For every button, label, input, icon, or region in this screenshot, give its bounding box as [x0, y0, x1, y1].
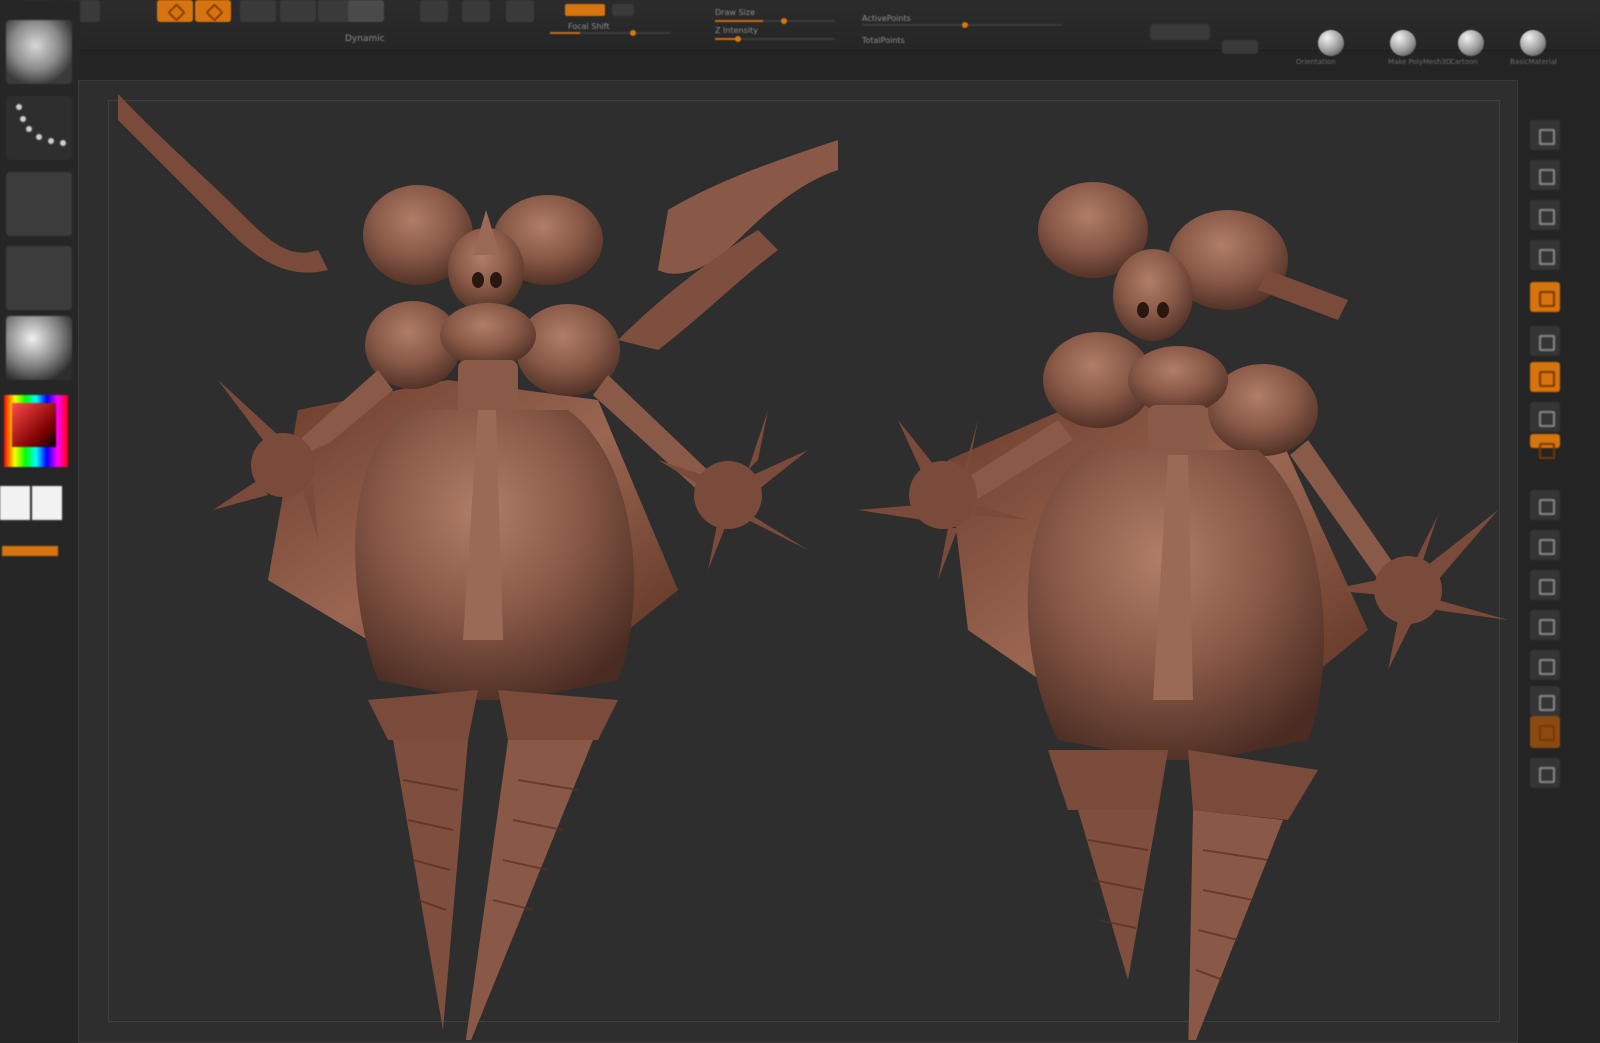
material-label-basic: BasicMaterial	[1510, 58, 1557, 66]
alpha-thumbnail[interactable]	[6, 172, 72, 236]
brush-thumbnail[interactable]	[6, 20, 72, 84]
material-ball-polymesh[interactable]	[1390, 30, 1416, 56]
dynamic-label: Dynamic	[345, 34, 385, 44]
active-points-readout	[862, 22, 1062, 28]
right-shelf	[1518, 90, 1570, 810]
polyf-button[interactable]	[1530, 650, 1560, 680]
left-tray	[0, 0, 80, 1043]
draw-size-slider[interactable]	[715, 18, 835, 24]
local-button[interactable]	[1530, 362, 1560, 392]
sculpt-figure-front[interactable]	[118, 80, 838, 1040]
main-color-swatch[interactable]	[0, 486, 30, 520]
top-toolbar: Dynamic Focal Shift Draw Size Z Intensit…	[0, 0, 1600, 66]
material-label-orientation: Orientation	[1296, 58, 1336, 66]
m-button[interactable]	[462, 0, 490, 22]
slider-label-focal-shift: Focal Shift	[568, 22, 610, 31]
persp-button[interactable]	[1530, 282, 1560, 312]
material-ball-orientation[interactable]	[1318, 30, 1344, 56]
zadd-button[interactable]	[506, 0, 534, 22]
draw-mode-button[interactable]	[195, 0, 231, 22]
zbrush-app-window: Dynamic Focal Shift Draw Size Z Intensit…	[0, 0, 1600, 1043]
scale-button[interactable]	[1530, 570, 1560, 600]
slider-label-active-points: ActivePoints	[862, 14, 911, 23]
spotlight-button[interactable]	[1150, 24, 1210, 40]
focal-shift-slider[interactable]	[550, 30, 670, 36]
secondary-color-swatch[interactable]	[32, 486, 62, 520]
material-ball-cartoon[interactable]	[1458, 30, 1484, 56]
slider-label-draw-size: Draw Size	[715, 8, 755, 17]
slider-label-total-points: TotalPoints	[862, 36, 905, 45]
adjust-button[interactable]	[1222, 40, 1258, 54]
transp-button[interactable]	[1530, 686, 1560, 716]
mrgb-button[interactable]	[348, 0, 384, 22]
z-intensity-slider[interactable]	[715, 36, 835, 42]
texture-thumbnail[interactable]	[6, 246, 72, 310]
floor-button[interactable]	[1530, 326, 1560, 356]
rgb-button[interactable]	[420, 0, 448, 22]
xpose-button[interactable]	[1530, 758, 1560, 788]
aahalf-button[interactable]	[1530, 240, 1560, 270]
material-label-polymesh: Make PolyMesh3D	[1388, 58, 1452, 66]
sculpt-figure-three-quarter[interactable]	[798, 110, 1518, 1040]
frame-button[interactable]	[1530, 490, 1560, 520]
zoom-button[interactable]	[1530, 160, 1560, 190]
slider-label-z-intensity: Z Intensity	[715, 26, 758, 35]
scale-mode-button[interactable]	[280, 0, 316, 22]
switch-color-button[interactable]	[2, 546, 58, 556]
material-label-cartoon: Cartoon	[1450, 58, 1478, 66]
document-canvas[interactable]	[78, 80, 1518, 1043]
color-picker[interactable]	[4, 395, 68, 467]
stroke-thumbnail[interactable]	[6, 96, 72, 160]
scroll-button[interactable]	[1530, 120, 1560, 150]
zadd-mode-pill[interactable]	[565, 4, 605, 16]
zsub-button[interactable]	[612, 4, 634, 16]
rotate-button[interactable]	[1530, 610, 1560, 640]
solo-button[interactable]	[1530, 716, 1560, 748]
move-button[interactable]	[1530, 530, 1560, 560]
material-thumbnail[interactable]	[6, 316, 72, 380]
material-ball-basic[interactable]	[1520, 30, 1546, 56]
lsym-button[interactable]	[1530, 402, 1560, 432]
actual-button[interactable]	[1530, 200, 1560, 230]
xyz-button[interactable]	[1530, 434, 1560, 459]
edit-mode-button[interactable]	[157, 0, 193, 22]
move-mode-button[interactable]	[240, 0, 276, 22]
